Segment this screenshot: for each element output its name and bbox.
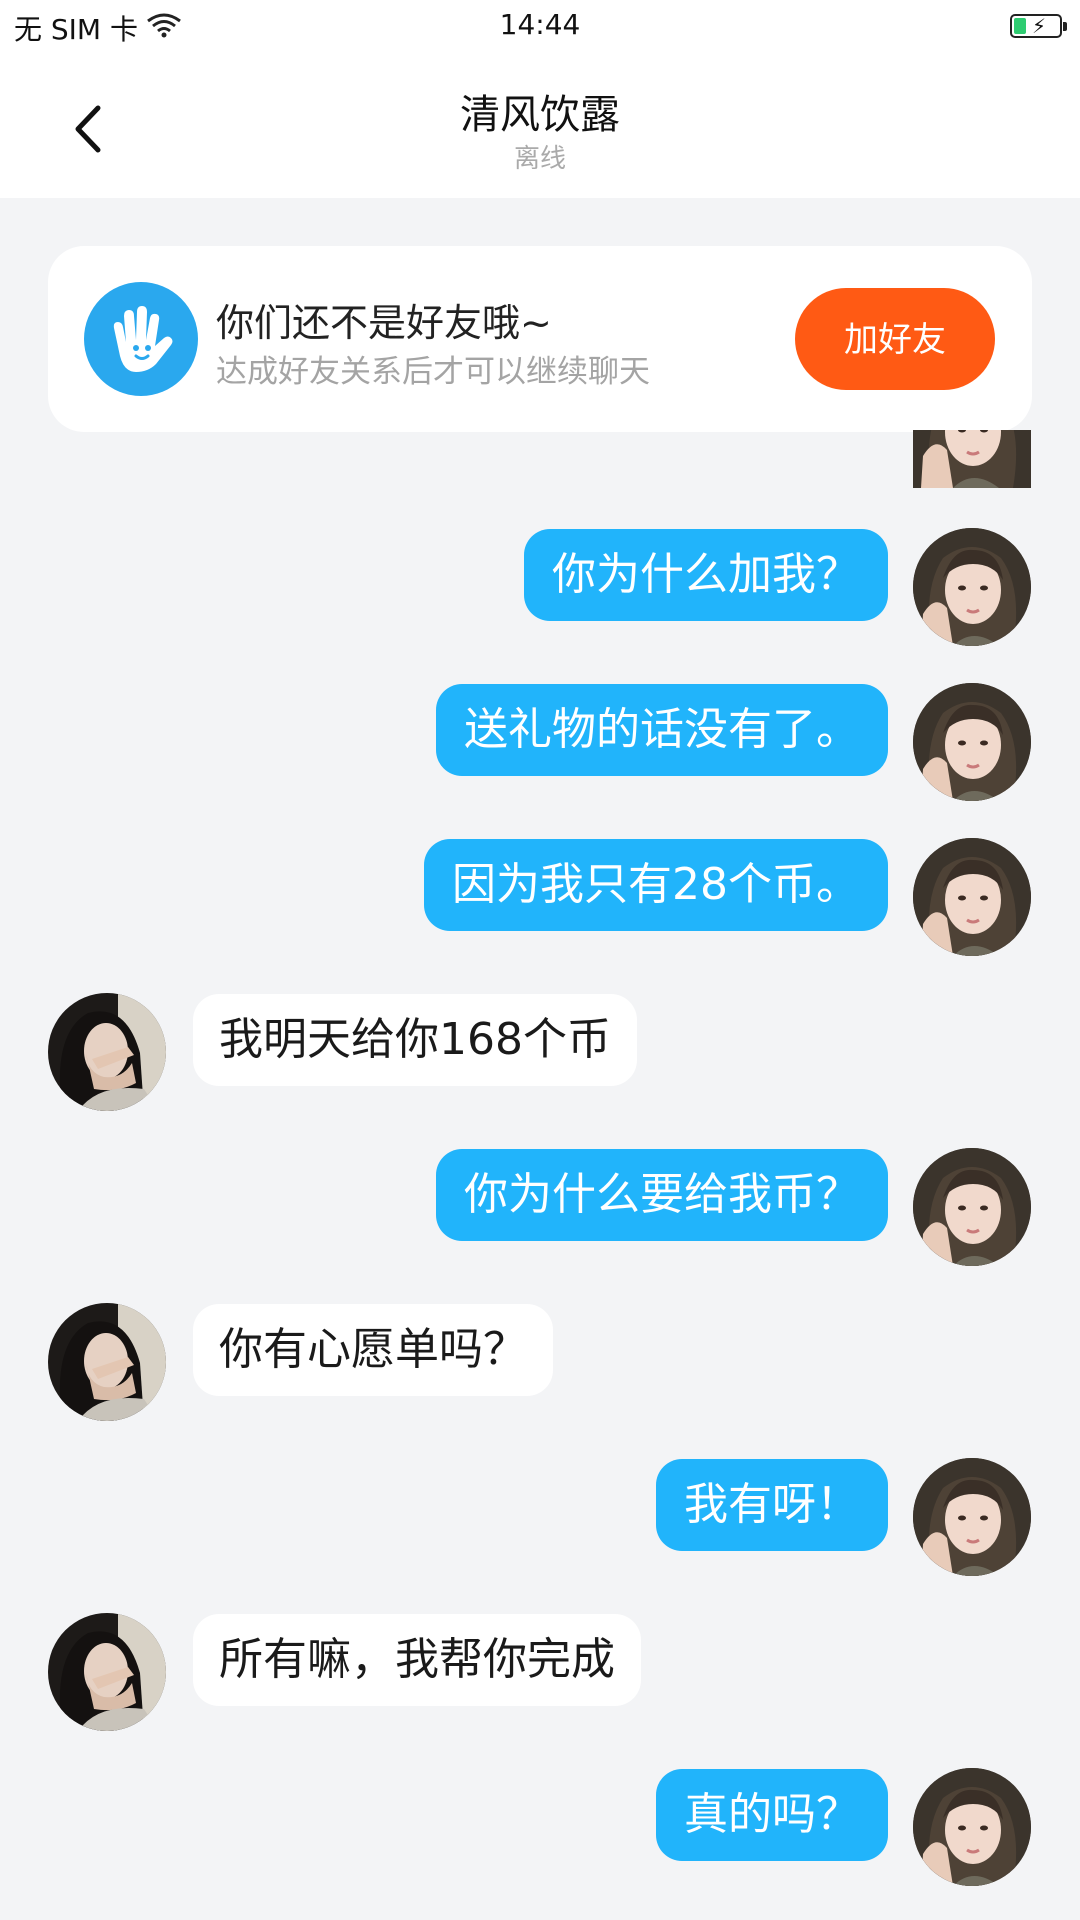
banner-title: 你们还不是好友哦~ xyxy=(216,301,552,345)
message-bubble[interactable]: 你为什么加我？ xyxy=(524,529,888,621)
contact-avatar[interactable] xyxy=(48,1613,166,1731)
status-bar: 无 SIM 卡 14:44 ⚡ xyxy=(0,0,1080,52)
my-avatar[interactable] xyxy=(913,838,1031,956)
status-time: 14:44 xyxy=(499,8,581,41)
not-friends-banner: 你们还不是好友哦~ 达成好友关系后才可以继续聊天 加好友 xyxy=(48,246,1032,432)
avatar-partial xyxy=(913,430,1031,492)
message-bubble[interactable]: 因为我只有28个币。 xyxy=(424,839,888,931)
outgoing-message: 真的吗？ xyxy=(0,1768,1080,1888)
add-friend-button[interactable]: 加好友 xyxy=(795,288,995,390)
outgoing-message: 你为什么加我？ xyxy=(0,528,1080,648)
message-bubble[interactable]: 你有心愿单吗？ xyxy=(193,1304,553,1396)
my-avatar[interactable] xyxy=(913,1148,1031,1266)
contact-name[interactable]: 清风饮露 xyxy=(0,82,1080,140)
banner-subtitle: 达成好友关系后才可以继续聊天 xyxy=(216,354,650,390)
hand-wave-icon xyxy=(84,282,198,396)
message-bubble[interactable]: 我有呀！ xyxy=(656,1459,888,1551)
online-status: 离线 xyxy=(513,144,566,174)
outgoing-message: 我有呀！ xyxy=(0,1458,1080,1578)
battery-level xyxy=(1014,18,1026,34)
message-bubble[interactable]: 送礼物的话没有了。 xyxy=(436,684,888,776)
message-bubble[interactable]: 我明天给你168个币 xyxy=(193,994,637,1086)
message-bubble[interactable]: 真的吗？ xyxy=(656,1769,888,1861)
battery-charging-icon: ⚡ xyxy=(1010,14,1067,38)
outgoing-message: 送礼物的话没有了。 xyxy=(0,683,1080,803)
incoming-message: 我明天给你168个币 xyxy=(0,993,1080,1113)
incoming-message: 你有心愿单吗？ xyxy=(0,1303,1080,1423)
contact-avatar[interactable] xyxy=(48,1303,166,1421)
my-avatar[interactable] xyxy=(913,528,1031,646)
chat-header: 清风饮露 离线 xyxy=(0,52,1080,198)
outgoing-message: 因为我只有28个币。 xyxy=(0,838,1080,958)
message-bubble[interactable]: 所有嘛，我帮你完成 xyxy=(193,1614,641,1706)
charging-bolt-icon: ⚡ xyxy=(1032,14,1047,38)
outgoing-message: 你为什么要给我币？ xyxy=(0,1148,1080,1268)
my-avatar[interactable] xyxy=(913,683,1031,801)
contact-avatar[interactable] xyxy=(48,993,166,1111)
message-bubble[interactable]: 你为什么要给我币？ xyxy=(436,1149,888,1241)
my-avatar[interactable] xyxy=(913,1768,1031,1886)
incoming-message: 所有嘛，我帮你完成 xyxy=(0,1613,1080,1733)
my-avatar[interactable] xyxy=(913,1458,1031,1576)
